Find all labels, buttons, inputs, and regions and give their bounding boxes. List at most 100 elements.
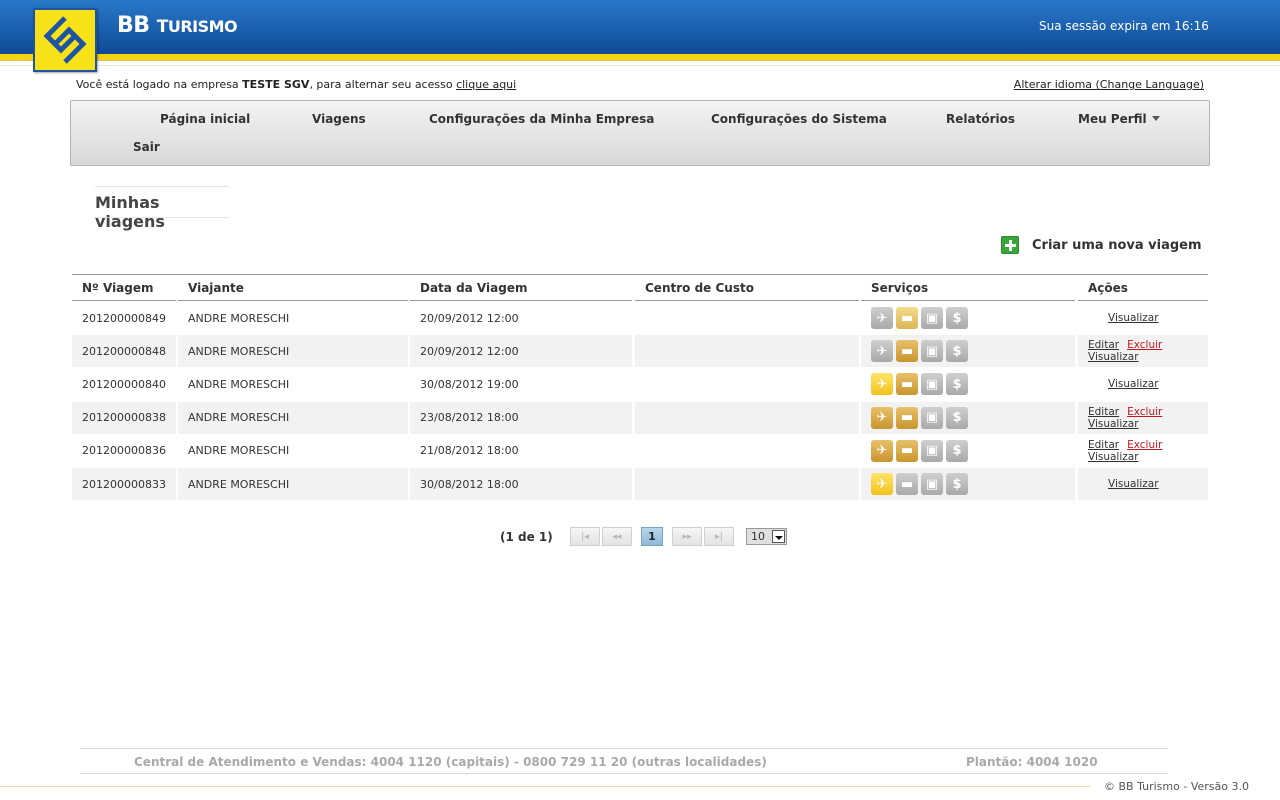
table-row: 201200000848 ANDRE MORESCHI 20/09/2012 12:… <box>72 335 1208 368</box>
header-divider <box>0 60 1280 61</box>
trip-date: 21/08/2012 18:00 <box>410 434 632 467</box>
trip-number: 201200000840 <box>72 368 176 401</box>
company-info-middle: , para alternar seu acesso <box>309 78 457 91</box>
page-title: Minhas viagens <box>95 193 165 231</box>
menu-item-company-settings[interactable]: Configurações da Minha Empresa <box>429 112 654 126</box>
change-language-link[interactable]: Alterar idioma (Change Language) <box>1014 78 1204 91</box>
cost-center <box>635 302 859 334</box>
cost-center <box>635 335 859 368</box>
actions-cell: Editar Excluir Visualizar <box>1078 335 1208 368</box>
money-icon: $ <box>946 439 968 462</box>
edit-link[interactable]: Editar <box>1088 406 1119 418</box>
actions-cell: Visualizar <box>1078 302 1208 334</box>
company-info: Você está logado na empresa TESTE SGV, p… <box>76 78 516 91</box>
trip-number: 201200000848 <box>72 335 176 368</box>
services-cell: ✈ ▬ ▣ $ <box>861 468 1075 500</box>
view-link[interactable]: Visualizar <box>1088 451 1162 463</box>
view-link[interactable]: Visualizar <box>1108 478 1159 490</box>
airplane-icon: ✈ <box>871 340 893 363</box>
view-link[interactable]: Visualizar <box>1088 351 1162 363</box>
money-icon: $ <box>946 307 968 329</box>
trip-date: 20/09/2012 12:00 <box>410 302 632 334</box>
pager-label: (1 de 1) <box>500 530 553 544</box>
bed-icon: ▬ <box>896 373 918 396</box>
new-trip-button[interactable]: Criar uma nova viagem <box>1001 235 1202 255</box>
header-actions: Ações <box>1078 275 1208 301</box>
brand-sub: TURISMO <box>156 17 238 37</box>
switch-access-link[interactable]: clique aqui <box>456 78 516 91</box>
view-link[interactable]: Visualizar <box>1108 312 1159 324</box>
menu-item-system-settings[interactable]: Configurações do Sistema <box>711 112 887 126</box>
pager-next-button[interactable]: ▸▸ <box>672 527 702 546</box>
dropdown-arrow-icon <box>772 530 785 543</box>
page-size-select[interactable]: 10 <box>746 528 787 545</box>
menu-item-home[interactable]: Página inicial <box>160 112 250 126</box>
brand-title: BB TURISMO <box>117 13 238 38</box>
view-link[interactable]: Visualizar <box>1088 418 1162 430</box>
edit-link[interactable]: Editar <box>1088 339 1119 351</box>
bed-icon: ▬ <box>896 473 918 495</box>
view-link[interactable]: Visualizar <box>1108 378 1159 390</box>
traveler-name: ANDRE MORESCHI <box>178 368 408 401</box>
menu-item-reports[interactable]: Relatórios <box>946 112 1015 126</box>
bed-icon: ▬ <box>896 307 918 329</box>
footer-duty-phone: Plantão: 4004 1020 <box>966 755 1098 769</box>
delete-link[interactable]: Excluir <box>1127 406 1162 418</box>
money-icon: $ <box>946 473 968 495</box>
cost-center <box>635 401 859 434</box>
main-menu: Página inicial Viagens Configurações da … <box>70 100 1210 166</box>
actions-cell: Visualizar <box>1078 468 1208 500</box>
airplane-icon: ✈ <box>871 439 893 462</box>
car-icon: ▣ <box>921 406 943 429</box>
footer-divider-top <box>80 748 1168 749</box>
car-icon: ▣ <box>921 473 943 495</box>
menu-item-trips[interactable]: Viagens <box>312 112 366 126</box>
menu-item-profile-label: Meu Perfil <box>1078 112 1147 126</box>
session-timer: Sua sessão expira em 16:16 <box>1039 19 1209 33</box>
table-row: 201200000836 ANDRE MORESCHI 21/08/2012 18:… <box>72 434 1208 467</box>
table-row: 201200000838 ANDRE MORESCHI 23/08/2012 18:… <box>72 401 1208 434</box>
header-cost-center: Centro de Custo <box>635 275 859 301</box>
airplane-icon: ✈ <box>871 406 893 429</box>
cost-center <box>635 434 859 467</box>
traveler-name: ANDRE MORESCHI <box>178 434 408 467</box>
bed-icon: ▬ <box>896 406 918 429</box>
pager-prev-button[interactable]: ◂◂ <box>602 527 632 546</box>
trip-date: 30/08/2012 19:00 <box>410 368 632 401</box>
trip-number: 201200000838 <box>72 401 176 434</box>
footer-yellow-line <box>0 786 1090 787</box>
pager-first-button[interactable]: |◂ <box>570 527 600 546</box>
services-cell: ✈ ▬ ▣ $ <box>861 335 1075 368</box>
header-divider-light <box>0 65 1280 66</box>
chevron-down-icon <box>1151 116 1160 121</box>
header-trip-date: Data da Viagem <box>410 275 632 301</box>
airplane-icon: ✈ <box>871 473 893 495</box>
bb-logo[interactable] <box>33 8 97 72</box>
car-icon: ▣ <box>921 340 943 363</box>
pager-page-1[interactable]: 1 <box>641 527 663 546</box>
trip-date: 20/09/2012 12:00 <box>410 335 632 368</box>
bed-icon: ▬ <box>896 439 918 462</box>
airplane-icon: ✈ <box>871 307 893 329</box>
header-services: Serviços <box>861 275 1075 301</box>
trips-table: Nº Viagem Viajante Data da Viagem Centro… <box>72 274 1208 500</box>
delete-link[interactable]: Excluir <box>1127 439 1162 451</box>
edit-delete-line: Editar Excluir <box>1088 339 1162 351</box>
actions-stack: Editar Excluir Visualizar <box>1088 439 1162 463</box>
traveler-name: ANDRE MORESCHI <box>178 401 408 434</box>
delete-link[interactable]: Excluir <box>1127 339 1162 351</box>
money-icon: $ <box>946 373 968 396</box>
table-row: 201200000840 ANDRE MORESCHI 30/08/2012 19:… <box>72 368 1208 401</box>
menu-item-logout[interactable]: Sair <box>133 140 160 154</box>
language-switch: Alterar idioma (Change Language) <box>1014 78 1204 91</box>
page-title-box: Minhas viagens <box>95 186 229 231</box>
bb-logo-icon <box>43 16 87 64</box>
pager-last-button[interactable]: ▸| <box>704 527 734 546</box>
footer-contact: Central de Atendimento e Vendas: 4004 11… <box>134 755 767 769</box>
trip-date: 23/08/2012 18:00 <box>410 401 632 434</box>
edit-link[interactable]: Editar <box>1088 439 1119 451</box>
menu-item-profile[interactable]: Meu Perfil <box>1078 112 1160 126</box>
actions-cell: Visualizar <box>1078 368 1208 401</box>
traveler-name: ANDRE MORESCHI <box>178 302 408 334</box>
trip-date: 30/08/2012 18:00 <box>410 468 632 500</box>
